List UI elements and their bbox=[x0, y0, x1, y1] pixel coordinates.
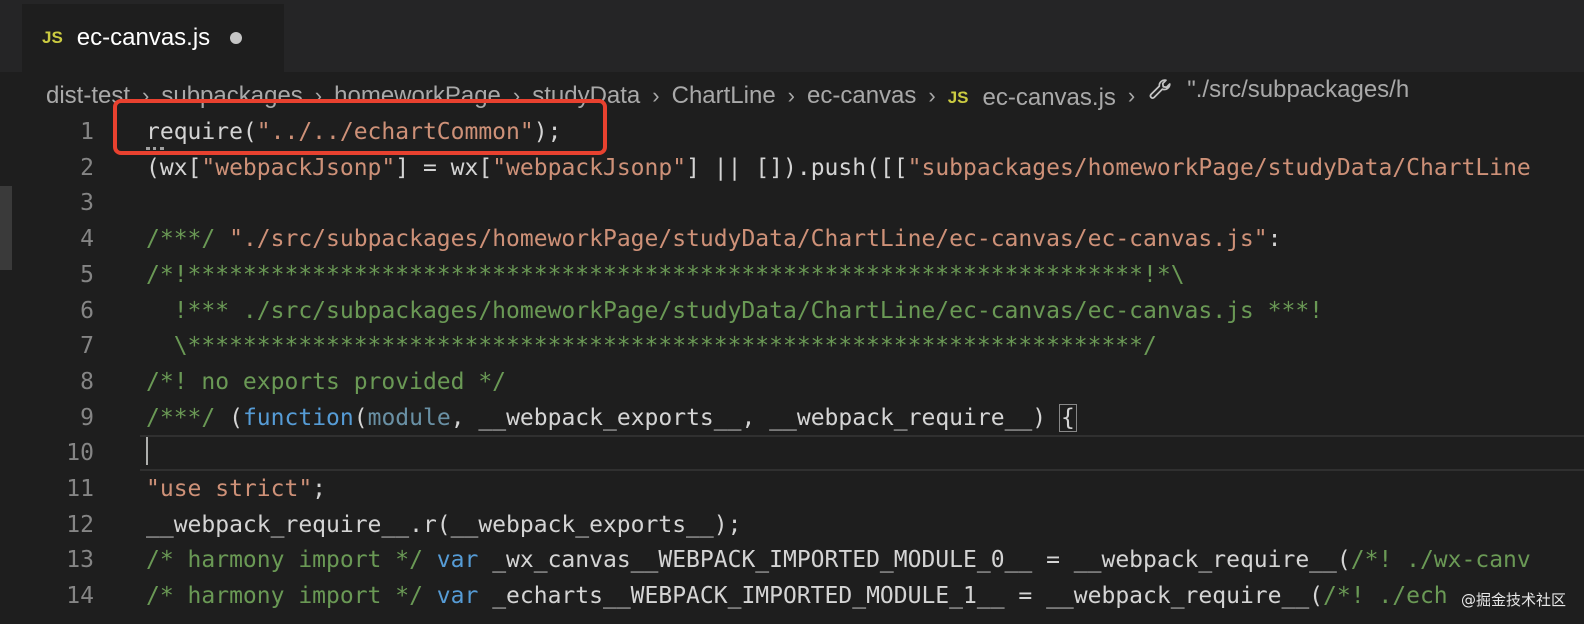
code-text: (wx["webpackJsonp"] = wx["webpackJsonp"]… bbox=[146, 155, 1531, 181]
code-token: ( bbox=[229, 404, 243, 431]
code-line[interactable]: 10 bbox=[0, 435, 1584, 472]
code-text: \***************************************… bbox=[146, 333, 1157, 359]
line-number: 10 bbox=[66, 440, 94, 467]
js-file-icon: JS bbox=[42, 28, 63, 47]
code-token: "use strict" bbox=[146, 476, 313, 502]
code-token: module bbox=[367, 404, 451, 431]
code-token: : bbox=[1267, 226, 1282, 253]
code-token: /***/ bbox=[146, 404, 230, 431]
line-number: 2 bbox=[80, 154, 94, 181]
chevron-right-icon: › bbox=[652, 83, 660, 108]
code-text: /*!*************************************… bbox=[146, 262, 1185, 288]
line-number: 7 bbox=[80, 333, 94, 360]
code-text: !*** ./src/subpackages/homeworkPage/stud… bbox=[146, 298, 1323, 324]
code-token: (wx[ bbox=[146, 154, 202, 181]
code-line[interactable]: 4 /***/ "./src/subpackages/homeworkPage/s… bbox=[0, 221, 1584, 257]
code-line[interactable]: 3 bbox=[0, 185, 1584, 221]
unsaved-dot-icon[interactable] bbox=[230, 32, 243, 44]
code-token: var bbox=[436, 547, 479, 574]
code-token: "webpackJsonp" bbox=[492, 154, 687, 181]
code-text: /*! no exports provided */ bbox=[146, 369, 506, 395]
code-token: , __webpack_exports__, __webpack_require… bbox=[450, 404, 1060, 431]
code-token: ( bbox=[353, 404, 368, 431]
line-number: 11 bbox=[66, 476, 94, 502]
line-number: 13 bbox=[66, 547, 94, 574]
watermark: @掘金技术社区 bbox=[1460, 591, 1566, 609]
code-token: /* harmony import */ bbox=[146, 583, 437, 610]
code-token: ] = wx[ bbox=[395, 154, 493, 181]
code-token: "./src/subpackages/homeworkPage/studyDat… bbox=[229, 226, 1268, 253]
code-text: /* harmony import */ var _echarts__WEBPA… bbox=[146, 583, 1448, 609]
code-text: /* harmony import */ var _wx_canvas__WEB… bbox=[146, 547, 1531, 573]
code-token: _wx_canvas__WEBPACK_IMPORTED_MODULE_0__ … bbox=[478, 547, 1351, 574]
red-highlight-annotation bbox=[113, 99, 607, 155]
code-line[interactable]: 12 __webpack_require__.r(__webpack_export… bbox=[0, 507, 1584, 543]
code-token: /* harmony import */ bbox=[146, 547, 437, 574]
tab-ec-canvas[interactable]: JS ec-canvas.js bbox=[22, 4, 284, 72]
line-number: 12 bbox=[66, 511, 94, 538]
line-number: 6 bbox=[80, 297, 94, 324]
js-file-icon: JS bbox=[947, 88, 969, 107]
chevron-right-icon: › bbox=[1127, 83, 1136, 108]
code-line[interactable]: 5 /*!************************************… bbox=[0, 257, 1584, 293]
code-text bbox=[146, 435, 148, 471]
code-token: ] || []).push([[ bbox=[686, 154, 908, 181]
breadcrumb-symbol[interactable]: "./src/subpackages/h bbox=[1147, 76, 1409, 104]
code-token: !*** ./src/subpackages/homeworkPage/stud… bbox=[146, 297, 1324, 324]
breadcrumb-file[interactable]: JS ec-canvas.js bbox=[948, 84, 1116, 112]
chevron-right-icon: › bbox=[787, 83, 795, 108]
code-line[interactable]: 8 /*! no exports provided */ bbox=[0, 364, 1584, 400]
line-number: 8 bbox=[80, 368, 94, 395]
breadcrumb-file-label: ec-canvas.js bbox=[982, 84, 1116, 111]
code-editor[interactable]: 1 require("../../echartCommon"); 2 (wx["web… bbox=[0, 114, 1584, 624]
code-line[interactable]: 11 "use strict"; bbox=[0, 471, 1584, 507]
line-number: 4 bbox=[80, 226, 94, 253]
code-token: \***************************************… bbox=[146, 333, 1157, 360]
code-line[interactable]: 2 (wx["webpackJsonp"] = wx["webpackJsonp"… bbox=[0, 150, 1584, 186]
code-token: _echarts__WEBPACK_IMPORTED_MODULE_1__ = … bbox=[478, 583, 1324, 610]
code-token: /*! ./wx-canv bbox=[1350, 547, 1531, 574]
line-number: 1 bbox=[80, 119, 94, 145]
breadcrumb-item[interactable]: ec-canvas bbox=[807, 82, 916, 110]
tab-label: ec-canvas.js bbox=[76, 24, 211, 51]
code-token: __webpack_require__.r(__webpack_exports_… bbox=[146, 511, 742, 538]
breadcrumb-item[interactable]: ChartLine bbox=[672, 82, 776, 110]
code-token: var bbox=[436, 583, 479, 610]
code-token: /***/ bbox=[146, 226, 230, 253]
code-line[interactable]: 7 \*************************************… bbox=[0, 328, 1584, 364]
code-text: /***/ "./src/subpackages/homeworkPage/st… bbox=[146, 226, 1282, 252]
chevron-right-icon: › bbox=[928, 83, 936, 108]
line-number: 9 bbox=[80, 404, 94, 431]
code-line[interactable]: 13 /* harmony import */ var _wx_canvas__W… bbox=[0, 542, 1584, 578]
code-token: /*!*************************************… bbox=[146, 261, 1185, 288]
code-token: "subpackages/homeworkPage/studyData/Char… bbox=[907, 154, 1531, 181]
code-token: /*! no exports provided */ bbox=[146, 368, 507, 395]
line-number: 5 bbox=[80, 261, 94, 288]
code-line[interactable]: 14 /* harmony import */ var _echarts__WEB… bbox=[0, 578, 1584, 614]
tab-bar: JS ec-canvas.js bbox=[0, 0, 1584, 72]
code-text: /***/ (function(module, __webpack_export… bbox=[146, 403, 1077, 432]
matched-brace: { bbox=[1058, 403, 1077, 432]
code-token: "webpackJsonp" bbox=[201, 154, 396, 181]
text-cursor bbox=[146, 435, 148, 466]
code-line[interactable]: 6 !*** ./src/subpackages/homeworkPage/st… bbox=[0, 293, 1584, 329]
breadcrumb-symbol-label: "./src/subpackages/h bbox=[1187, 76, 1410, 103]
code-token: ; bbox=[312, 476, 327, 502]
code-token: function bbox=[242, 404, 354, 431]
wrench-icon bbox=[1149, 79, 1171, 99]
code-text: __webpack_require__.r(__webpack_exports_… bbox=[146, 512, 741, 538]
line-number: 3 bbox=[80, 190, 94, 217]
line-number: 14 bbox=[66, 583, 94, 610]
code-token: /*! ./ech bbox=[1323, 583, 1448, 610]
code-line[interactable]: 9/***/ (function(module, __webpack_expor… bbox=[0, 400, 1584, 436]
code-text: "use strict"; bbox=[146, 476, 326, 502]
